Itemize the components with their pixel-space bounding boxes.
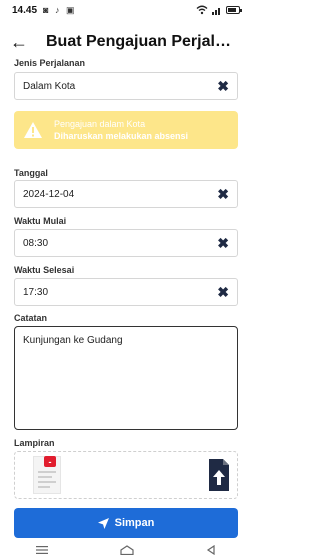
tanggal-field[interactable]: 2024-12-04 ✖	[14, 180, 238, 208]
tanggal-value: 2024-12-04	[23, 188, 75, 200]
send-icon	[97, 517, 109, 529]
save-button-label: Simpan	[114, 517, 155, 529]
info-alert: Pengajuan dalam Kota Diharuskan melakuka…	[14, 111, 238, 149]
save-button[interactable]: Simpan	[14, 508, 238, 538]
back-arrow-icon[interactable]: ←	[10, 32, 32, 53]
attachment-thumbnail[interactable]: -	[33, 456, 61, 494]
jenis-perjalanan-select[interactable]: Dalam Kota ✖	[14, 72, 238, 100]
upload-file-icon[interactable]	[209, 459, 229, 491]
jenis-perjalanan-label: Jenis Perjalanan	[14, 58, 86, 68]
alert-message: Diharuskan melakukan absensi	[54, 131, 189, 141]
home-icon[interactable]	[120, 545, 134, 555]
clear-waktu-selesai-icon[interactable]: ✖	[217, 284, 229, 301]
waktu-mulai-value: 08:30	[23, 237, 49, 249]
status-time: 14.45	[12, 4, 38, 16]
catatan-label: Catatan	[14, 313, 48, 323]
page-title: Buat Pengajuan Perjalanan	[46, 33, 236, 50]
warning-icon	[22, 119, 44, 141]
menu-icon[interactable]	[36, 546, 48, 554]
waktu-mulai-label: Waktu Mulai	[14, 216, 67, 226]
status-bar: 14.45 ◙ ♪ ▣	[0, 0, 252, 20]
wifi-icon	[196, 5, 208, 15]
system-nav-bar	[0, 540, 252, 560]
lampiran-label: Lampiran	[14, 438, 55, 448]
jenis-perjalanan-value: Dalam Kota	[23, 80, 76, 92]
battery-icon	[226, 6, 242, 14]
remove-attachment-button[interactable]: -	[44, 456, 56, 467]
waktu-selesai-value: 17:30	[23, 286, 49, 298]
waktu-mulai-field[interactable]: 08:30 ✖	[14, 229, 238, 257]
app-bar: ← Buat Pengajuan Perjalanan	[0, 22, 252, 62]
catatan-textarea[interactable]: Kunjungan ke Gudang	[14, 326, 238, 430]
signal-icon	[212, 7, 220, 15]
tanggal-label: Tanggal	[14, 168, 48, 178]
back-nav-icon[interactable]	[206, 545, 216, 555]
waktu-selesai-field[interactable]: 17:30 ✖	[14, 278, 238, 306]
alert-title: Pengajuan dalam Kota	[54, 119, 146, 129]
clear-tanggal-icon[interactable]: ✖	[217, 186, 229, 203]
catatan-value: Kunjungan ke Gudang	[23, 335, 123, 346]
clear-jenis-icon[interactable]: ✖	[217, 78, 229, 95]
attachment-dropzone[interactable]: -	[14, 451, 238, 499]
waktu-selesai-label: Waktu Selesai	[14, 265, 75, 275]
clear-waktu-mulai-icon[interactable]: ✖	[217, 235, 229, 252]
notification-icons: ◙ ♪ ▣	[43, 4, 77, 15]
